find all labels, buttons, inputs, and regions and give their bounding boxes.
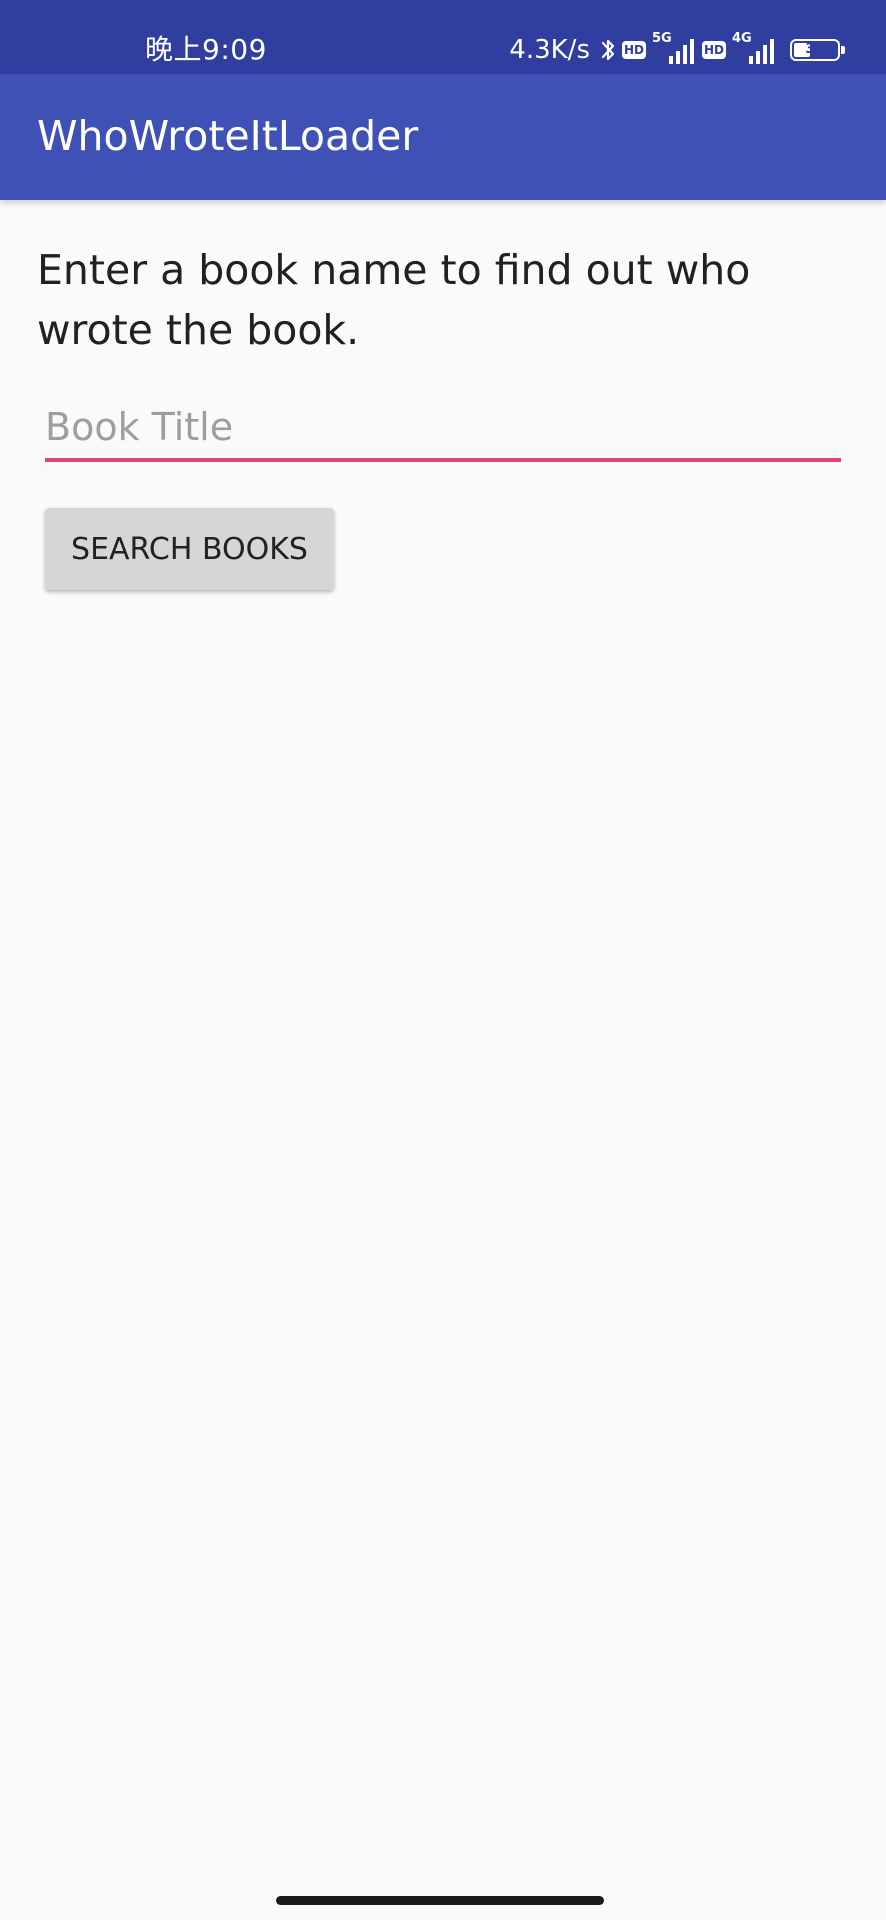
app-bar: WhoWroteItLoader: [0, 74, 886, 200]
signal-bars-icon: [669, 39, 694, 64]
signal-5g-icon: 5G: [652, 32, 696, 68]
battery-level: 39: [805, 41, 825, 57]
status-time: 晚上9:09: [145, 33, 267, 66]
bluetooth-icon: [601, 39, 615, 61]
instruction-text: Enter a book name to find out who wrote …: [37, 246, 751, 354]
battery-tip: [841, 46, 845, 54]
hd-icon: HD: [702, 41, 726, 59]
status-bar: 晚上9:09 4.3K/s HD 5G HD 4G 39: [0, 0, 886, 74]
app-title: WhoWroteItLoader: [37, 112, 419, 160]
battery-icon: 39: [790, 39, 845, 61]
network-speed: 4.3K/s: [509, 35, 590, 65]
search-books-button[interactable]: SEARCH BOOKS: [45, 508, 334, 590]
signal-bars-icon: [749, 39, 774, 64]
status-icons: 4.3K/s HD 5G HD 4G 39: [509, 30, 845, 70]
book-title-input[interactable]: [45, 396, 841, 462]
home-indicator[interactable]: [276, 1896, 604, 1905]
hd-icon: HD: [622, 41, 646, 59]
signal-4g-icon: 4G: [732, 32, 776, 68]
